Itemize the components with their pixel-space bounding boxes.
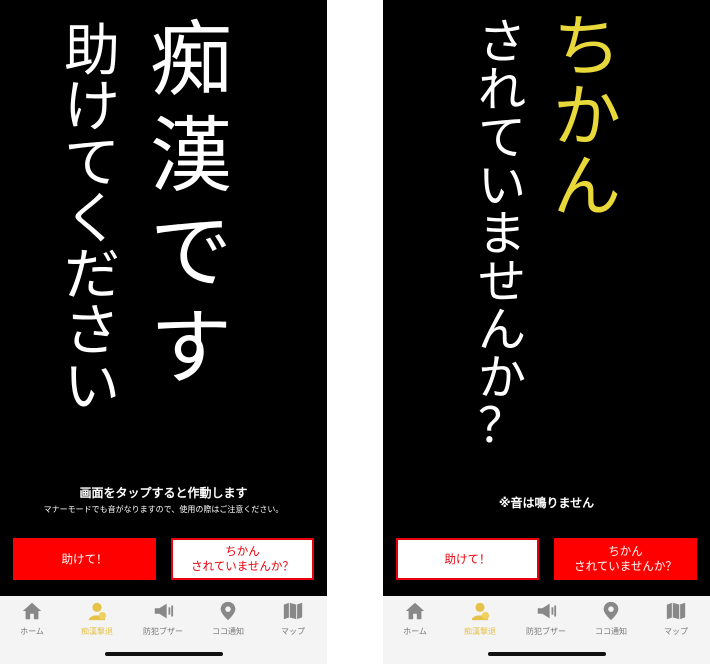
tap-area-right[interactable]: ち か ん さ れ て い ま せ ん か ？ ※音は鳴りません [383,0,710,596]
tap-caption: 画面をタップすると作動します [79,486,248,500]
megaphone-icon [537,603,557,619]
silent-notice: ※音は鳴りません [498,496,595,510]
alert-person-icon [88,602,107,621]
sub-vertical-text: 助 け て く だ さ い [64,24,120,416]
tab-map[interactable]: マップ [646,600,706,637]
help-button[interactable]: 助けて！ [396,538,539,580]
question-char: さ [478,14,527,70]
home-icon [405,602,425,620]
ask-chikan-button[interactable]: ちかん されていませんか？ [171,538,314,580]
sub-char: く [64,187,120,252]
question-char: い [478,158,527,214]
question-char: ま [478,206,527,262]
main-vertical-text: 痴 漢 で す [150,20,232,390]
tab-home[interactable]: ホーム [385,600,445,637]
tab-map[interactable]: マップ [263,600,323,637]
tab-label: ホーム [403,627,427,636]
phone-screen-left: 痴 漢 で す 助 け て く だ さ い 画面をタップすると作動します マナー… [0,0,327,664]
tab-label: ホーム [20,627,44,636]
question-vertical-text: さ れ て い ま せ ん か ？ [478,18,526,450]
home-icon [22,602,42,620]
help-button[interactable]: 助けて！ [13,538,156,580]
ask-button-line1: ちかん [608,544,643,559]
tab-label: 防犯ブザー [526,627,566,636]
tab-label: ココ通知 [212,627,244,636]
megaphone-icon [154,603,174,619]
tab-label: 痴漢撃退 [464,627,496,636]
tab-notify[interactable]: ココ通知 [581,600,641,637]
question-char: れ [478,62,527,118]
tab-chikan[interactable]: 痴漢撃退 [67,600,127,637]
sub-char: だ [64,243,120,308]
question-char: て [478,110,527,166]
help-button-label: 助けて！ [444,551,491,566]
manner-mode-notice: マナーモードでも音がなりますので、使用の際はご注意ください。 [43,505,284,514]
yellow-char: か [553,78,622,157]
sub-char: 助 [64,19,120,84]
tab-home[interactable]: ホーム [2,600,62,637]
question-char: ん [478,302,527,358]
tab-buzzer[interactable]: 防犯ブザー [516,600,576,637]
tab-label: 防犯ブザー [143,627,183,636]
help-button-label: 助けて！ [61,551,108,566]
tap-area-left[interactable]: 痴 漢 で す 助 け て く だ さ い 画面をタップすると作動します マナー… [0,0,327,596]
map-icon [666,602,686,620]
ask-chikan-button[interactable]: ちかん されていませんか？ [554,538,697,580]
phone-screen-right: ち か ん さ れ て い ま せ ん か ？ ※音は鳴りません 助けて！ ちか… [383,0,710,664]
chikan-yellow-text: ち か ん [553,14,621,222]
sub-char: い [64,355,120,420]
tab-label: マップ [281,627,305,636]
alert-person-icon [471,602,490,621]
tab-buzzer[interactable]: 防犯ブザー [133,600,193,637]
location-pin-icon [220,601,236,621]
tab-label: ココ通知 [595,627,627,636]
main-char: で [150,205,233,300]
yellow-char: ち [553,8,622,87]
ask-button-line2: されていませんか？ [191,559,294,573]
home-indicator [488,652,606,656]
tab-label: 痴漢撃退 [81,627,113,636]
question-char: か [478,350,527,406]
main-char: 痴 [150,13,233,108]
sub-char: て [64,131,120,196]
ask-button-line1: ちかん [225,544,260,559]
tab-label: マップ [664,627,688,636]
map-icon [283,602,303,620]
location-pin-icon [603,601,619,621]
tab-notify[interactable]: ココ通知 [198,600,258,637]
question-char: せ [478,254,527,310]
ask-button-line2: されていませんか？ [574,559,677,573]
question-char: ？ [478,398,527,454]
sub-char: さ [64,299,120,364]
sub-char: け [64,75,120,140]
main-char: 漢 [150,109,233,204]
main-char: す [150,301,233,396]
home-indicator [105,652,223,656]
yellow-char: ん [553,148,622,227]
tab-chikan[interactable]: 痴漢撃退 [450,600,510,637]
